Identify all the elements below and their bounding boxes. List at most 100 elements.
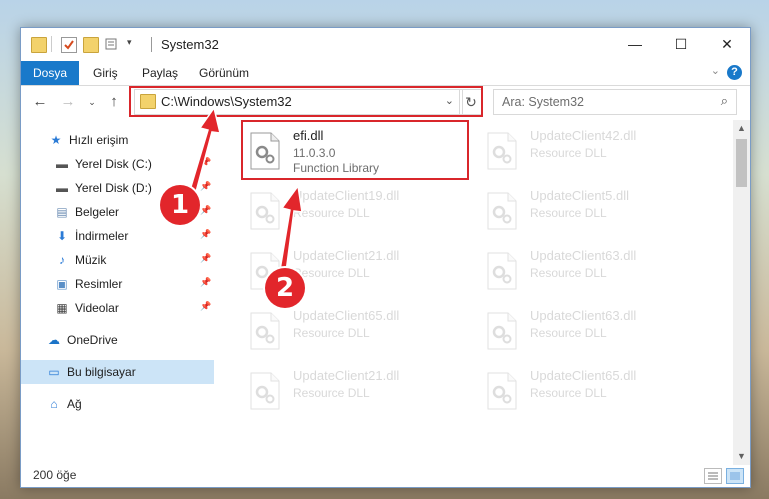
tab-view[interactable]: Görünüm xyxy=(199,61,249,85)
dll-file-icon xyxy=(249,372,281,410)
sidebar-item-label: İndirmeler xyxy=(75,229,129,243)
folder-icon xyxy=(31,37,47,53)
address-highlight-box xyxy=(129,86,483,117)
download-icon: ⬇ xyxy=(56,229,68,243)
customize-toolbar-icon[interactable] xyxy=(105,37,119,51)
title-divider xyxy=(151,37,152,52)
status-bar: 200 öğe xyxy=(21,465,750,487)
file-description: Resource DLL xyxy=(530,386,607,400)
sidebar-item-ağ[interactable]: ⌂ Ağ xyxy=(21,392,214,416)
up-arrow-icon[interactable]: ↑ xyxy=(105,93,123,110)
scroll-down-icon[interactable]: ▼ xyxy=(733,448,750,465)
file-name: UpdateClient42.dll xyxy=(530,128,637,143)
large-icons-view-icon[interactable] xyxy=(726,468,744,484)
pin-icon: 📌 xyxy=(200,181,212,191)
file-name: UpdateClient65.dll xyxy=(530,368,637,383)
pin-icon: 📌 xyxy=(200,277,212,287)
dropdown-icon[interactable]: ▾ xyxy=(127,37,141,51)
file-item[interactable]: UpdateClient21.dll Resource DLL xyxy=(241,362,471,420)
close-button[interactable]: ✕ xyxy=(704,28,750,61)
file-description: Resource DLL xyxy=(293,386,370,400)
search-icon: ⌕ xyxy=(720,93,728,108)
sidebar-item-label: Ağ xyxy=(67,397,82,411)
file-item[interactable]: UpdateClient42.dll Resource DLL xyxy=(478,122,708,180)
sidebar-item-resimler[interactable]: ▣ Resimler 📌 xyxy=(21,272,214,296)
drive-icon: ▬ xyxy=(56,181,68,195)
dll-file-icon xyxy=(486,132,518,170)
file-name: UpdateClient21.dll xyxy=(293,368,400,383)
sidebar-item-onedrive[interactable]: ☁ OneDrive xyxy=(21,328,214,352)
ribbon-tabs: Dosya Giriş Paylaş Görünüm ⌄ ? xyxy=(21,61,750,86)
dll-file-icon xyxy=(249,312,281,350)
sidebar-item-bu-bilgisayar[interactable]: ▭ Bu bilgisayar xyxy=(21,360,214,384)
network-icon: ⌂ xyxy=(50,397,58,411)
file-name: UpdateClient65.dll xyxy=(293,308,400,323)
pin-icon: 📌 xyxy=(200,253,212,263)
minimize-button[interactable]: — xyxy=(612,28,658,61)
sidebar-item-label: Yerel Disk (C:) xyxy=(75,157,152,171)
vertical-scrollbar[interactable]: ▲ ▼ xyxy=(733,120,750,465)
back-arrow-icon[interactable]: ← xyxy=(31,93,49,110)
file-highlight-box xyxy=(241,120,469,180)
file-item[interactable]: UpdateClient63.dll Resource DLL xyxy=(478,242,708,300)
sidebar-item-label: Hızlı erişim xyxy=(69,133,129,147)
file-item[interactable]: UpdateClient5.dll Resource DLL xyxy=(478,182,708,240)
scroll-up-icon[interactable]: ▲ xyxy=(733,120,750,137)
file-description: Resource DLL xyxy=(530,146,607,160)
sidebar-item-label: Bu bilgisayar xyxy=(67,365,136,379)
recent-locations-icon[interactable]: ⌄ xyxy=(83,97,101,108)
file-name: UpdateClient63.dll xyxy=(530,248,637,263)
navigation-pane: ★ Hızlı erişim ▬ Yerel Disk (C:) 📌 ▬ Yerel Dis… xyxy=(21,120,214,465)
pin-icon: 📌 xyxy=(200,301,212,311)
file-item[interactable]: UpdateClient65.dll Resource DLL xyxy=(241,302,471,360)
sidebar-item-videolar[interactable]: ▦ Videolar 📌 xyxy=(21,296,214,320)
cloud-icon: ☁ xyxy=(48,333,60,347)
maximize-button[interactable]: ☐ xyxy=(658,28,704,61)
scroll-thumb[interactable] xyxy=(736,139,747,187)
music-icon: ♪ xyxy=(59,253,65,267)
dll-file-icon xyxy=(486,192,518,230)
help-icon[interactable]: ? xyxy=(727,65,742,80)
sidebar-item-label: Belgeler xyxy=(75,205,120,219)
file-name: UpdateClient19.dll xyxy=(293,188,400,203)
details-view-icon[interactable] xyxy=(704,468,722,484)
drive-icon: ▬ xyxy=(56,157,68,171)
sidebar-item-label: Müzik xyxy=(75,253,107,267)
file-description: Resource DLL xyxy=(293,206,370,220)
pin-icon: 📌 xyxy=(200,205,212,215)
file-description: Resource DLL xyxy=(530,206,607,220)
file-description: Resource DLL xyxy=(293,266,370,280)
sidebar-item-müzik[interactable]: ♪ Müzik 📌 xyxy=(21,248,214,272)
file-item[interactable]: UpdateClient65.dll Resource DLL xyxy=(478,362,708,420)
tab-home[interactable]: Giriş xyxy=(93,61,118,85)
video-icon: ▦ xyxy=(56,301,68,315)
step-1-marker: 1 xyxy=(160,185,200,225)
sidebar-item-label: Yerel Disk (D:) xyxy=(75,181,152,195)
documents-icon: ▤ xyxy=(56,205,68,219)
pin-icon: 📌 xyxy=(200,157,212,167)
search-input[interactable]: Ara: System32 ⌕ xyxy=(493,89,737,115)
expand-ribbon-icon[interactable]: ⌄ xyxy=(711,64,720,77)
new-folder-icon[interactable] xyxy=(83,37,99,53)
forward-arrow-icon[interactable]: → xyxy=(59,93,77,110)
toolbar-divider xyxy=(51,36,52,52)
sidebar-item-hızlı-erişim[interactable]: ★ Hızlı erişim xyxy=(21,128,214,152)
file-name: UpdateClient63.dll xyxy=(530,308,637,323)
sidebar-item-label: Resimler xyxy=(75,277,123,291)
computer-icon: ▭ xyxy=(48,365,60,379)
pin-icon: 📌 xyxy=(200,229,212,239)
explorer-window: ▾ System32 — ☐ ✕ Dosya Giriş Paylaş Görü… xyxy=(20,27,751,488)
step-2-marker: 2 xyxy=(265,268,305,308)
file-item[interactable]: UpdateClient19.dll Resource DLL xyxy=(241,182,471,240)
sidebar-item-label: Videolar xyxy=(75,301,119,315)
tab-share[interactable]: Paylaş xyxy=(142,61,178,85)
sidebar-item-i-ndirmeler[interactable]: ⬇ İndirmeler 📌 xyxy=(21,224,214,248)
pictures-icon: ▣ xyxy=(56,277,68,291)
star-icon: ★ xyxy=(50,133,62,147)
tab-file[interactable]: Dosya xyxy=(21,61,79,85)
file-name: UpdateClient21.dll xyxy=(293,248,400,263)
file-item[interactable]: UpdateClient63.dll Resource DLL xyxy=(478,302,708,360)
sidebar-item-yerel-disk-c-[interactable]: ▬ Yerel Disk (C:) 📌 xyxy=(21,152,214,176)
dll-file-icon xyxy=(486,252,518,290)
properties-icon[interactable] xyxy=(61,37,77,53)
